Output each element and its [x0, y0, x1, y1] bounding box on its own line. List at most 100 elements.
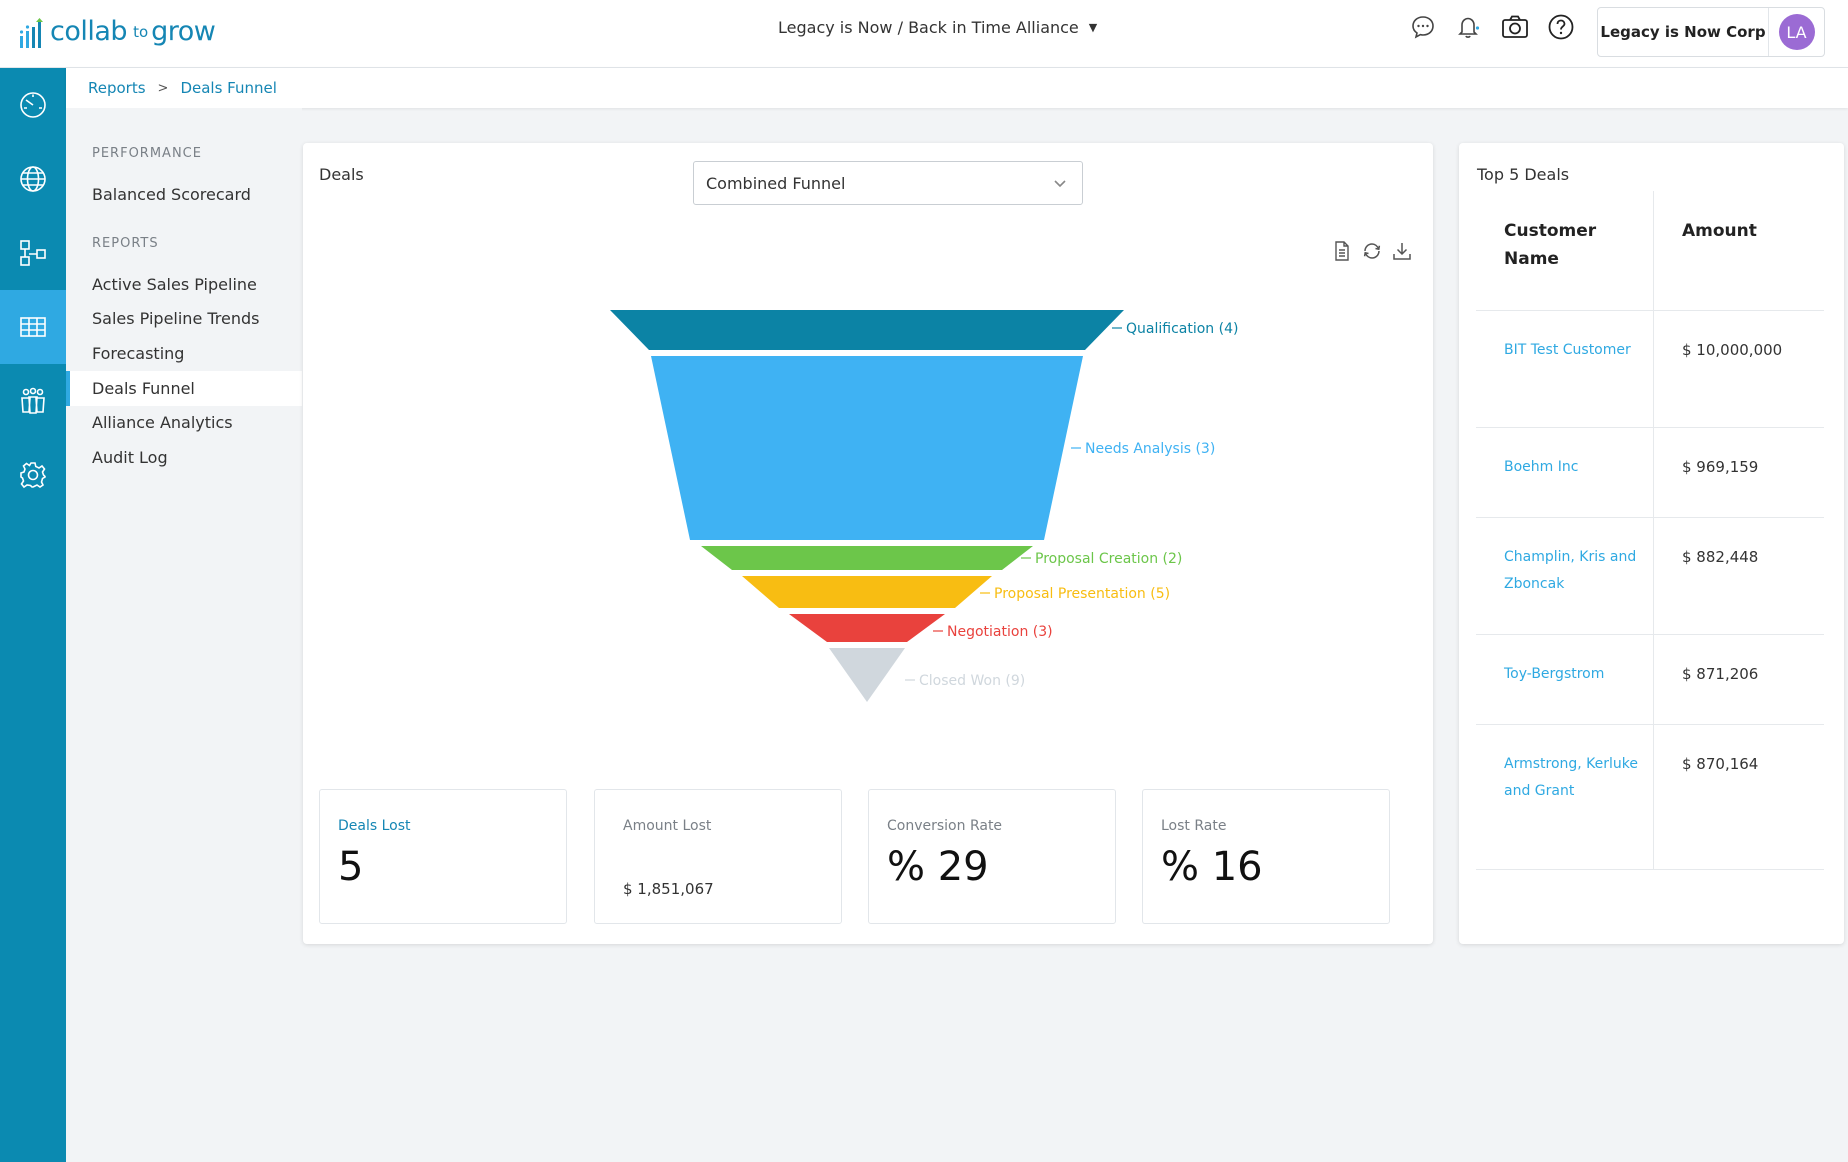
deal-amount: $ 882,448: [1682, 548, 1759, 566]
stat-value: % 29: [887, 844, 989, 890]
chat-icon[interactable]: [1408, 12, 1438, 42]
rail-settings[interactable]: [0, 438, 66, 512]
company-switcher[interactable]: Legacy is Now Corp LA: [1597, 7, 1825, 57]
stat-conversion-rate: Conversion Rate % 29: [868, 789, 1116, 924]
table-header-row: Customer Name Amount: [1476, 191, 1824, 311]
funnel-segment-proposal-presentation[interactable]: [742, 576, 992, 608]
subnav-item-deals-funnel[interactable]: Deals Funnel: [66, 371, 302, 406]
left-rail: [0, 68, 66, 1162]
funnel-segment-proposal-creation[interactable]: [701, 546, 1033, 570]
download-icon[interactable]: [1391, 240, 1413, 262]
table-row: Champlin, Kris and Zboncak $ 882,448: [1476, 518, 1824, 635]
top-deals-card: Top 5 Deals Customer Name Amount BIT Tes…: [1459, 143, 1844, 944]
funnel-label: Qualification (4): [1126, 321, 1238, 337]
breadcrumb: Reports > Deals Funnel: [88, 79, 277, 97]
customer-link[interactable]: Armstrong, Kerluke and Grant: [1504, 756, 1638, 799]
deal-amount: $ 870,164: [1682, 755, 1759, 773]
refresh-icon[interactable]: [1361, 240, 1383, 262]
customer-link[interactable]: BIT Test Customer: [1504, 342, 1631, 358]
brand-name-part3: grow: [151, 16, 216, 47]
top-deals-title: Top 5 Deals: [1477, 165, 1570, 184]
document-icon[interactable]: [1331, 240, 1353, 262]
stat-value: $ 1,851,067: [623, 880, 714, 898]
help-icon[interactable]: [1546, 12, 1576, 42]
subnav-item-audit-log[interactable]: Audit Log: [66, 440, 302, 475]
customer-link[interactable]: Boehm Inc: [1504, 459, 1578, 475]
top-deals-table: Customer Name Amount BIT Test Customer $…: [1476, 191, 1824, 870]
rail-workflow[interactable]: [0, 216, 66, 290]
table-row: BIT Test Customer $ 10,000,000: [1476, 311, 1824, 428]
performance-heading: PERFORMANCE: [92, 146, 202, 161]
table-row: Toy-Bergstrom $ 871,206: [1476, 635, 1824, 725]
customer-link[interactable]: Toy-Bergstrom: [1504, 666, 1604, 682]
top-bar: collab to grow Legacy is Now / Back in T…: [0, 0, 1848, 68]
subnav-item-active-sales-pipeline[interactable]: Active Sales Pipeline: [66, 267, 302, 302]
stat-label: Amount Lost: [623, 818, 712, 834]
funnel-label: Proposal Presentation (5): [994, 586, 1170, 602]
chart-toolbar: [1331, 240, 1413, 262]
stat-lost-rate: Lost Rate % 16: [1142, 789, 1390, 924]
breadcrumb-current[interactable]: Deals Funnel: [180, 79, 276, 97]
header-icons: [1408, 12, 1576, 42]
caret-down-icon: ▼: [1088, 21, 1098, 34]
column-header-customer[interactable]: Customer Name: [1476, 191, 1654, 310]
brand-name-part1: collab: [50, 16, 128, 47]
brand-logo[interactable]: collab to grow: [20, 8, 216, 52]
alliance-name: Legacy is Now / Back in Time Alliance: [778, 18, 1079, 37]
funnel-select-value: Combined Funnel: [706, 173, 846, 193]
stat-label: Conversion Rate: [887, 818, 1003, 834]
reports-heading: REPORTS: [92, 236, 159, 251]
funnel-segment-closed-won[interactable]: [829, 648, 905, 702]
deals-card: Deals Combined Funnel Qualification (4) N…: [303, 143, 1433, 944]
table-icon: [20, 317, 46, 337]
chevron-right-icon: >: [157, 80, 169, 96]
table-row: Boehm Inc $ 969,159: [1476, 428, 1824, 518]
stat-value: 5: [338, 844, 364, 890]
workflow-icon: [20, 240, 46, 266]
funnel-segment-qualification[interactable]: [610, 310, 1124, 350]
deals-funnel-chart: Qualification (4) Needs Analysis (3) Propo…: [610, 310, 1238, 702]
avatar: LA: [1778, 14, 1815, 50]
gear-icon: [20, 462, 46, 489]
funnel-segment-needs-analysis[interactable]: [651, 356, 1083, 540]
rail-alliances[interactable]: [0, 142, 66, 216]
stat-value: % 16: [1161, 844, 1263, 890]
subnav-item-forecasting[interactable]: Forecasting: [66, 336, 302, 371]
funnel-label: Needs Analysis (3): [1085, 441, 1215, 457]
stat-label: Lost Rate: [1161, 818, 1227, 834]
table-row: Armstrong, Kerluke and Grant $ 870,164: [1476, 725, 1824, 870]
camera-icon[interactable]: [1500, 12, 1530, 42]
funnel-segment-negotiation[interactable]: [789, 614, 945, 642]
subnav-item-sales-pipeline-trends[interactable]: Sales Pipeline Trends: [66, 301, 302, 336]
bell-icon[interactable]: [1454, 12, 1484, 42]
dashboard-icon: [20, 92, 46, 118]
deal-amount: $ 969,159: [1682, 458, 1759, 476]
rail-people[interactable]: [0, 364, 66, 438]
chevron-down-icon: [1054, 180, 1066, 188]
funnel-label: Proposal Creation (2): [1035, 551, 1182, 567]
stat-amount-lost: Amount Lost $ 1,851,067: [594, 789, 842, 924]
breadcrumb-bar: Reports > Deals Funnel: [66, 68, 1848, 108]
company-name: Legacy is Now Corp: [1600, 23, 1766, 41]
customer-link[interactable]: Champlin, Kris and Zboncak: [1504, 549, 1636, 592]
funnel-label: Closed Won (9): [919, 673, 1025, 689]
funnel-select[interactable]: Combined Funnel: [693, 161, 1083, 205]
stat-label: Deals Lost: [338, 818, 411, 834]
reports-subnav: PERFORMANCE Balanced Scorecard REPORTS A…: [66, 108, 302, 1098]
subnav-item-balanced-scorecard[interactable]: Balanced Scorecard: [66, 177, 302, 212]
breadcrumb-reports-link[interactable]: Reports: [88, 79, 146, 97]
bar-chart-logo-icon: [20, 18, 43, 48]
rail-reports[interactable]: [0, 290, 66, 364]
deal-amount: $ 10,000,000: [1682, 341, 1783, 359]
column-header-amount[interactable]: Amount: [1654, 191, 1824, 310]
globe-icon: [20, 166, 46, 192]
avatar-wrapper[interactable]: LA: [1768, 8, 1824, 56]
brand-name-part2: to: [133, 23, 149, 41]
people-icon: [21, 387, 45, 414]
subnav-item-alliance-analytics[interactable]: Alliance Analytics: [66, 405, 302, 440]
alliance-switcher[interactable]: Legacy is Now / Back in Time Alliance ▼: [778, 18, 1097, 37]
rail-dashboard[interactable]: [0, 68, 66, 142]
deals-title: Deals: [319, 165, 364, 184]
deal-amount: $ 871,206: [1682, 665, 1759, 683]
stat-deals-lost: Deals Lost 5: [319, 789, 567, 924]
